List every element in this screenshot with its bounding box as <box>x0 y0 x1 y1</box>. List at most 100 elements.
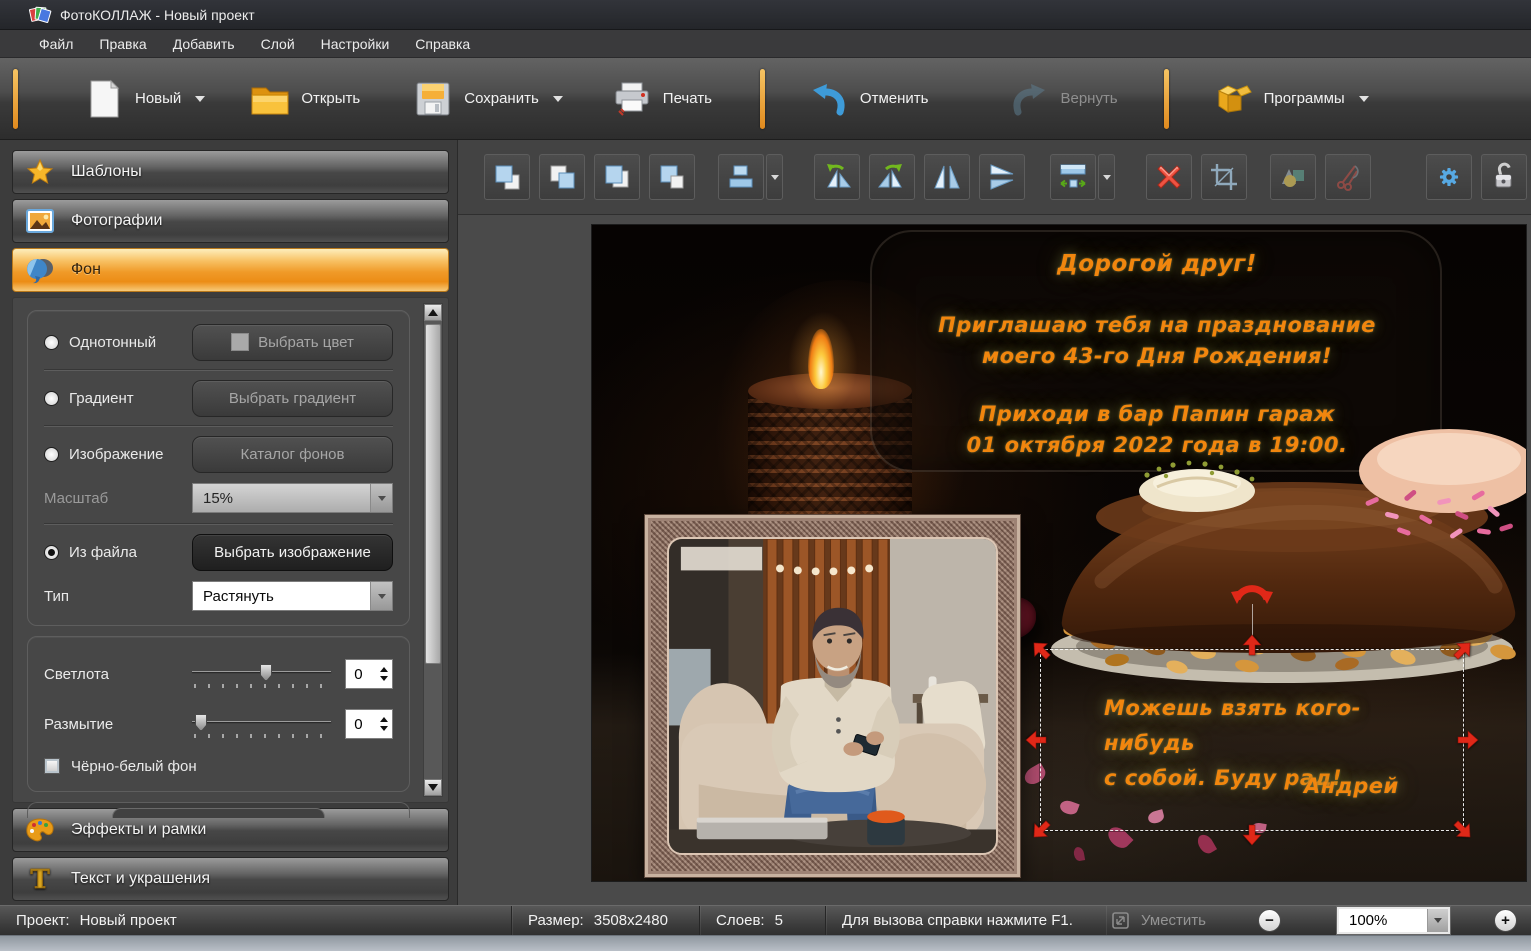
new-dropdown-caret[interactable] <box>195 96 205 102</box>
flip-vertical-button[interactable] <box>979 154 1025 200</box>
bw-background-checkbox[interactable] <box>44 758 60 774</box>
open-folder-icon <box>249 78 291 120</box>
menu-help[interactable]: Справка <box>402 32 483 56</box>
fit-button[interactable]: Уместить <box>1112 912 1206 929</box>
spinner-arrows[interactable] <box>375 710 392 738</box>
background-panel: Однотонный Выбрать цвет Градиент <box>12 297 449 803</box>
open-button[interactable]: Открыть <box>237 78 372 120</box>
window-bottom-strip <box>0 935 1531 951</box>
signature-text[interactable]: Андрей <box>1304 774 1399 798</box>
sidebar-section-label: Эффекты и рамки <box>71 821 206 839</box>
choose-gradient-button[interactable]: Выбрать градиент <box>192 380 393 417</box>
save-dropdown-caret[interactable] <box>553 96 563 102</box>
scroll-down-icon[interactable] <box>424 779 442 796</box>
flip-horizontal-button[interactable] <box>924 154 970 200</box>
from-file-radio[interactable]: Из файла <box>44 544 192 561</box>
new-button[interactable]: Новый <box>71 78 193 120</box>
image-radio[interactable]: Изображение <box>44 446 192 463</box>
align-button[interactable] <box>718 154 764 200</box>
divider <box>44 523 393 525</box>
save-floppy-icon <box>412 78 454 120</box>
menu-add[interactable]: Добавить <box>160 32 248 56</box>
background-sphere-icon <box>25 255 55 285</box>
resize-dropdown-caret[interactable] <box>1098 154 1115 200</box>
resize-handle-top[interactable] <box>1240 633 1264 657</box>
sidebar-section-templates[interactable]: Шаблоны <box>12 150 449 194</box>
sidebar-section-background[interactable]: Фон <box>12 248 449 292</box>
blur-label: Размытие <box>44 716 192 733</box>
bring-to-front-button[interactable] <box>484 154 530 200</box>
undo-button[interactable]: Отменить <box>796 78 941 120</box>
radio-icon <box>44 391 59 406</box>
zoom-in-button[interactable]: + <box>1494 909 1517 932</box>
scale-label: Масштаб <box>44 490 192 507</box>
type-select[interactable]: Растянуть <box>192 581 393 611</box>
lightness-spinner[interactable]: 0 <box>345 659 393 689</box>
collage-canvas[interactable]: Дорогой друг! Приглашаю тебя на празднов… <box>592 225 1526 881</box>
slider-thumb[interactable] <box>195 714 207 731</box>
undo-arrow-icon <box>808 78 850 120</box>
rotate-left-button[interactable] <box>814 154 860 200</box>
gradient-radio[interactable]: Градиент <box>44 390 192 407</box>
send-to-back-button[interactable] <box>649 154 695 200</box>
radio-icon <box>44 447 59 462</box>
photo-frame-layer[interactable] <box>645 515 1020 877</box>
lock-button[interactable] <box>1481 154 1527 200</box>
crop-button[interactable] <box>1201 154 1247 200</box>
move-backward-button[interactable] <box>594 154 640 200</box>
menu-edit[interactable]: Правка <box>86 32 159 56</box>
resize-handle-bottom[interactable] <box>1240 823 1264 847</box>
resize-handle-right[interactable] <box>1456 728 1480 752</box>
zoom-select[interactable]: 100% <box>1337 907 1450 934</box>
move-forward-button[interactable] <box>539 154 585 200</box>
sidebar-section-label: Текст и украшения <box>71 870 210 888</box>
sidebar-section-photos[interactable]: Фотографии <box>12 199 449 243</box>
toolbar-separator <box>760 69 765 129</box>
programs-dropdown-caret[interactable] <box>1359 96 1369 102</box>
delete-button[interactable] <box>1146 154 1192 200</box>
scroll-up-icon[interactable] <box>424 304 442 321</box>
invite-line: моего 43-го Дня Рождения! <box>872 341 1442 372</box>
background-catalog-button[interactable]: Каталог фонов <box>192 436 393 473</box>
panel-scrollbar[interactable] <box>423 303 443 797</box>
scale-select[interactable]: 15% <box>192 483 393 513</box>
resize-button[interactable] <box>1050 154 1096 200</box>
save-button[interactable]: Сохранить <box>400 78 551 120</box>
choose-image-button[interactable]: Выбрать изображение <box>192 534 393 571</box>
scrollbar-thumb[interactable] <box>425 324 441 664</box>
align-dropdown-caret[interactable] <box>766 154 783 200</box>
menu-settings[interactable]: Настройки <box>308 32 403 56</box>
rotate-right-button[interactable] <box>869 154 915 200</box>
lightness-label: Светлота <box>44 666 192 683</box>
blur-slider[interactable] <box>192 709 331 739</box>
next-group-partial <box>27 802 410 818</box>
rotate-handle-icon[interactable] <box>1229 580 1275 606</box>
choose-color-button[interactable]: Выбрать цвет <box>192 324 393 361</box>
menu-layer[interactable]: Слой <box>248 32 308 56</box>
chevron-down-icon <box>1427 909 1448 932</box>
blur-spinner[interactable]: 0 <box>345 709 393 739</box>
programs-button[interactable]: Программы <box>1200 78 1357 120</box>
palette-icon <box>25 815 55 845</box>
divider <box>44 425 393 427</box>
sidebar: Шаблоны Фотографии Фон <box>0 140 458 905</box>
sidebar-section-label: Шаблоны <box>71 163 142 181</box>
lightness-slider[interactable] <box>192 659 331 689</box>
print-button[interactable]: Печать <box>599 78 724 120</box>
zoom-out-button[interactable]: − <box>1258 909 1281 932</box>
menu-bar: Файл Правка Добавить Слой Настройки Спра… <box>0 30 1531 58</box>
settings-button[interactable] <box>1426 154 1472 200</box>
spinner-arrows[interactable] <box>375 660 392 688</box>
solid-color-radio[interactable]: Однотонный <box>44 334 192 351</box>
cut-contour-button[interactable] <box>1325 154 1371 200</box>
new-document-icon <box>83 78 125 120</box>
redo-button[interactable]: Вернуть <box>996 78 1129 120</box>
sidebar-section-text[interactable]: T Текст и украшения <box>12 857 449 901</box>
background-adjust-group: Светлота 0 Размытие <box>27 636 410 792</box>
mask-shape-button[interactable] <box>1270 154 1316 200</box>
menu-file[interactable]: Файл <box>26 32 86 56</box>
star-icon <box>25 157 55 187</box>
chevron-down-icon <box>370 582 392 610</box>
slider-thumb[interactable] <box>260 664 272 681</box>
resize-handle-left[interactable] <box>1024 728 1048 752</box>
